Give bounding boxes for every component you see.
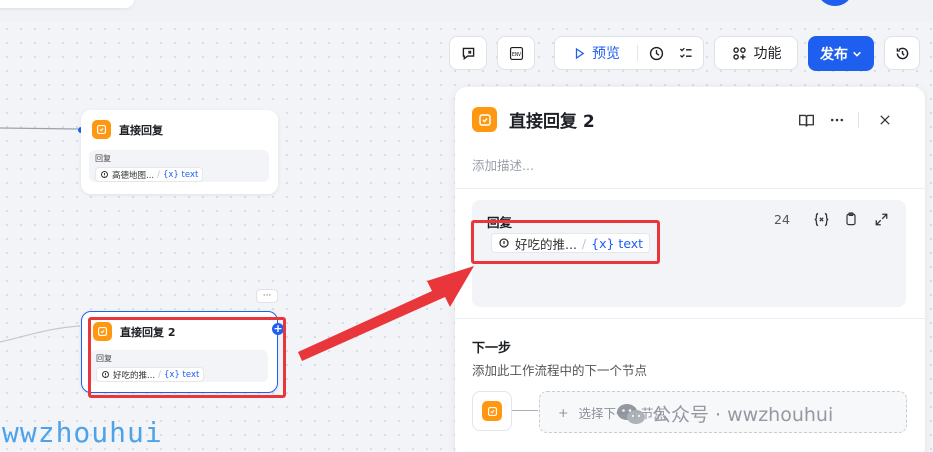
current-node-box <box>472 391 512 431</box>
panel-more-button[interactable] <box>828 111 846 129</box>
docs-button[interactable] <box>797 111 815 129</box>
history-button[interactable] <box>884 36 920 70</box>
run-history-button[interactable] <box>641 37 671 69</box>
copy-button[interactable] <box>842 210 860 228</box>
node2-more-button[interactable]: ··· <box>256 289 278 303</box>
reply-tools <box>812 210 890 228</box>
svg-text:ENV: ENV <box>511 52 520 58</box>
node1-body: 回复 高德地图... / {x} text <box>89 150 269 182</box>
panel-close-button[interactable] <box>876 111 894 129</box>
watermark-left: wwzhouhui <box>2 416 163 449</box>
node2-reference-chip: 好吃的推... / {x} text <box>96 367 205 382</box>
publish-label: 发布 <box>820 46 848 63</box>
history-icon <box>896 47 908 59</box>
reply-node-1[interactable]: 直接回复 回复 高德地图... / {x} text <box>81 110 278 194</box>
node2-field-label: 回复 <box>96 354 112 363</box>
reply-field-label: 回复 <box>487 215 513 230</box>
more-icon <box>830 118 844 122</box>
node1-field-label: 回复 <box>95 154 111 163</box>
watermark-right: 公众号 · wwzhouhui <box>616 400 833 427</box>
book-icon <box>798 114 814 127</box>
node1-ref-var: {x} text <box>162 169 199 180</box>
checklist-icon <box>679 47 692 58</box>
chevron-down-icon <box>853 51 861 57</box>
expand-icon <box>875 213 887 225</box>
reply-node-icon <box>482 401 502 421</box>
clipboard-icon <box>846 212 856 226</box>
variable-toggle-button[interactable] <box>449 36 487 70</box>
panel-header: 直接回复 2 <box>472 107 595 132</box>
variable-off-icon <box>462 47 474 60</box>
plus-icon: + <box>558 404 569 420</box>
node1-reference-chip: 高德地图... / {x} text <box>95 167 204 182</box>
expand-button[interactable] <box>872 210 890 228</box>
wechat-logo-icon <box>617 403 645 424</box>
ref-separator: / <box>581 235 587 251</box>
feature-button[interactable]: 功能 <box>714 36 798 70</box>
preview-group: 预览 <box>554 36 704 70</box>
reply-node-icon <box>93 322 112 341</box>
reply-content[interactable]: 好吃的推... / {x} text <box>491 233 651 253</box>
reference-icon <box>102 371 109 378</box>
node1-header: 直接回复 <box>92 120 163 139</box>
top-card[interactable] <box>0 0 134 8</box>
node-config-panel: 直接回复 2 添加描述... 回复 24 好吃的推... / {x} text … <box>455 87 925 452</box>
node2-add-next-button[interactable]: + <box>272 323 284 335</box>
top-bar <box>0 0 933 22</box>
panel-divider <box>455 188 925 189</box>
reply-ref-var: {x} text <box>591 235 644 251</box>
reply-ref-source: 好吃的推... <box>515 236 577 252</box>
insert-variable-button[interactable] <box>812 210 830 228</box>
feature-label: 功能 <box>753 46 782 62</box>
reference-icon <box>101 171 108 178</box>
node2-ref-source: 好吃的推... <box>113 370 156 381</box>
node2-title: 直接回复 2 <box>120 325 176 339</box>
publish-button[interactable]: 发布 <box>808 36 874 71</box>
reply-node-icon <box>92 120 111 139</box>
next-step-description: 添加此工作流程中的下一个节点 <box>472 363 648 378</box>
watermark-right-text: 公众号 · wwzhouhui <box>652 404 834 426</box>
toolbar-divider <box>637 45 638 61</box>
ref-separator: / <box>157 169 160 180</box>
node2-header: 直接回复 2 <box>93 322 175 341</box>
close-icon <box>880 115 890 125</box>
env-icon: ENV <box>509 46 523 60</box>
feature-grid-icon <box>732 46 746 60</box>
next-step-title: 下一步 <box>472 341 512 356</box>
reply-node-icon <box>472 107 497 132</box>
reply-field-section: 回复 24 好吃的推... / {x} text <box>472 200 906 307</box>
checklist-button[interactable] <box>671 37 701 69</box>
node2-body: 回复 好吃的推... / {x} text <box>90 350 268 382</box>
reply-node-2[interactable]: 直接回复 2 回复 好吃的推... / {x} text <box>81 311 278 393</box>
ref-separator: / <box>158 369 161 380</box>
preview-label: 预览 <box>592 46 620 62</box>
panel-divider <box>455 318 925 319</box>
node1-ref-source: 高德地图... <box>112 170 155 181</box>
node2-ref-var: {x} text <box>163 369 200 380</box>
reply-reference-chip[interactable]: 好吃的推... / {x} text <box>491 233 651 253</box>
clock-play-icon <box>649 46 663 60</box>
node1-title: 直接回复 <box>119 123 163 137</box>
preview-button[interactable]: 预览 <box>555 37 637 69</box>
panel-actions <box>797 111 894 129</box>
next-step-connector <box>512 410 538 411</box>
description-input[interactable]: 添加描述... <box>472 155 534 174</box>
play-icon <box>575 47 585 59</box>
reference-icon <box>499 238 509 248</box>
reply-char-count: 24 <box>774 212 790 227</box>
panel-actions-divider <box>858 112 859 128</box>
env-button[interactable]: ENV <box>497 36 535 70</box>
variable-icon <box>814 212 828 226</box>
panel-title[interactable]: 直接回复 2 <box>509 107 595 132</box>
